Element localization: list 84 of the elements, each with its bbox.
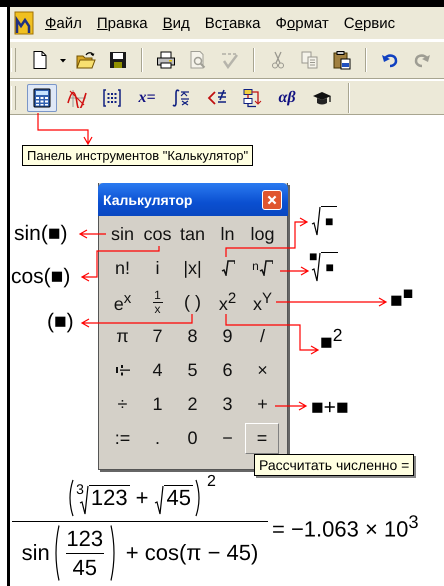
close-icon: [266, 194, 278, 206]
function-name: sin: [22, 540, 50, 566]
calculator-key[interactable]: 4: [140, 353, 175, 387]
math-template: ■+■: [311, 395, 349, 420]
calculator-key[interactable]: log: [245, 217, 280, 251]
menu-item[interactable]: Сервис: [344, 14, 396, 32]
calculator-key[interactable]: π: [105, 319, 140, 353]
numerator: 123: [66, 526, 104, 552]
arrow: [274, 401, 308, 411]
toolbar-button[interactable]: αβ: [272, 84, 302, 112]
calculator-icon: [32, 88, 52, 108]
calculator-key[interactable]: ( ): [175, 285, 210, 319]
radical-icon: [311, 206, 321, 236]
calculator-key[interactable]: 7: [140, 319, 175, 353]
calculator-key[interactable]: n!: [105, 251, 140, 285]
radical-icon: [220, 260, 234, 276]
operator: +: [136, 485, 148, 511]
calculator-key[interactable]: 6: [210, 353, 245, 387]
radical-icon: [154, 485, 164, 515]
calculator-key[interactable]: 0: [175, 421, 210, 455]
math-template: ■$^{■}$: [390, 283, 414, 314]
menu-item[interactable]: Правка: [96, 14, 148, 32]
integral-icon: [172, 88, 192, 108]
radicand: 123: [88, 485, 130, 515]
calculator-key[interactable]: 9: [210, 319, 245, 353]
mixed-number-icon: [114, 362, 130, 378]
math-template: cos(■): [11, 264, 70, 290]
arrow: [37, 112, 93, 146]
calculator-button[interactable]: [27, 84, 57, 112]
radicand: 45: [164, 485, 193, 515]
calculator-key[interactable]: x$^{Y}$: [245, 285, 280, 319]
exponent: 2: [206, 473, 216, 491]
radicand: ■: [321, 252, 338, 276]
menu-item[interactable]: Файл: [45, 14, 82, 32]
root-index: ■: [309, 248, 318, 265]
calculator-key[interactable]: 3: [210, 387, 245, 421]
calculator-key[interactable]: i: [140, 251, 175, 285]
arrow: [78, 229, 107, 239]
flowchart-icon: [242, 88, 262, 108]
button-tooltip: Рассчитать численно =: [254, 454, 414, 476]
math-template: ■$^{2}$: [320, 325, 342, 356]
comparison-icon: [207, 88, 227, 108]
calculator-key[interactable]: :=: [105, 421, 140, 455]
calculator-key[interactable]: x$^{2}$: [210, 285, 245, 319]
result-text: = −1.063 × 10$^{3}$: [272, 511, 419, 542]
calculator-key[interactable]: 1: [140, 387, 175, 421]
calculator-key[interactable]: +: [245, 387, 280, 421]
matrix-icon: [102, 88, 122, 108]
calculator-key[interactable]: 8: [175, 319, 210, 353]
toolbar-button[interactable]: x=: [132, 84, 162, 112]
close-button[interactable]: [262, 190, 282, 210]
logo-icon: [13, 11, 35, 35]
calculator-key[interactable]: n: [245, 251, 280, 285]
calculator-key[interactable]: 2: [175, 387, 210, 421]
toolbar-tooltip: Панель инструментов "Калькулятор": [22, 145, 254, 166]
calculator-key[interactable]: 1 x: [140, 285, 175, 319]
menu-item[interactable]: Вид: [162, 14, 190, 32]
calculator-key[interactable]: e$^{x}$: [105, 285, 140, 319]
menu-item[interactable]: Вставка: [204, 14, 260, 32]
expression-text: + cos(π − 45): [126, 540, 258, 566]
window-title: Калькулятор: [103, 192, 192, 208]
math-template: (■): [47, 309, 74, 334]
calculator-key[interactable]: tan: [175, 217, 210, 251]
arrow: [279, 266, 310, 276]
calculator-key[interactable]: /: [245, 319, 280, 353]
calculator-key[interactable]: .: [140, 421, 175, 455]
calculator-key[interactable]: sin: [105, 217, 140, 251]
radicand: ■: [321, 206, 338, 230]
calculator-key[interactable]: 5: [175, 353, 210, 387]
calculator-key[interactable]: ÷: [105, 387, 140, 421]
menu-item[interactable]: Формат: [275, 14, 329, 32]
calculator-key[interactable]: =: [245, 423, 279, 454]
radical-icon: [258, 260, 273, 276]
calculator-key[interactable]: cos: [140, 217, 175, 251]
calculator-key[interactable]: ln: [210, 217, 245, 251]
root-index: 3: [76, 481, 84, 497]
radical-icon: [78, 485, 89, 515]
graph-icon: [67, 88, 87, 108]
calculator-key[interactable]: ×: [245, 353, 280, 387]
calculator-key[interactable]: −: [210, 421, 245, 455]
denominator: 45: [72, 554, 97, 580]
math-template: sin(■): [14, 221, 68, 246]
radical-icon: [311, 252, 322, 282]
calculator-key[interactable]: |x|: [175, 251, 210, 285]
